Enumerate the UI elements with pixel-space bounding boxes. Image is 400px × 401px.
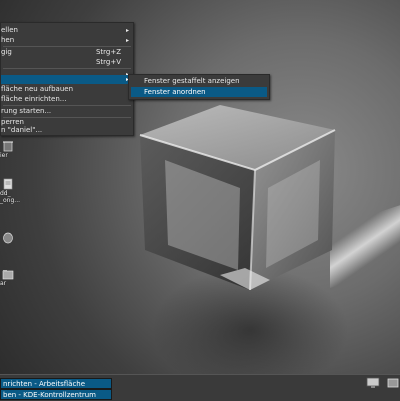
folder-icon [2,270,14,280]
menu-item-label: fläche einrichten... [1,95,67,103]
taskbar-button-arbeitsflaeche[interactable]: nrichten - Arbeitsfläche [0,378,112,389]
monitor-tray-icon[interactable] [366,377,380,389]
menu-separator [3,68,131,69]
document-icon [3,178,13,190]
submenu-item-label: Fenster gestaffelt anzeigen [144,77,240,85]
menu-item-label: fläche neu aufbauen [1,85,74,93]
desktop-icon-label: _ong... [0,197,21,204]
desktop-icon-trash[interactable]: ier [0,140,18,159]
taskbar-button-label: ben - KDE-Kontrollzentrum [3,391,96,399]
submenu-arrow-icon: ▸ [125,27,129,34]
device-tray-icon[interactable] [386,377,400,389]
menu-item-label: hen [1,36,15,44]
menu-item-paste[interactable]: Strg+V [1,58,133,67]
menu-item-label: gig [1,48,12,56]
submenu-item-arrange-windows[interactable]: Fenster anordnen [131,87,267,97]
desktop-icon-drive[interactable] [0,232,18,244]
trash-icon [3,141,13,152]
menu-item-undo[interactable]: gig Strg+Z [1,48,133,57]
menu-item-shortcut: Strg+V [95,58,121,66]
desktop-icon-document[interactable]: dd_ _ong... [0,178,21,204]
menu-item-logout[interactable]: n "daniel"... [1,126,133,135]
menu-item-configure-desktop[interactable]: fläche einrichten... [1,95,133,104]
taskbar-button-label: nrichten - Arbeitsfläche [3,380,86,388]
menu-item-label: rung starten... [1,107,52,115]
desktop-icon-label: dd_ [0,190,11,197]
menu-item-label: ellen [1,26,18,34]
desktop-icon-label: ar [0,280,7,287]
taskbar-button-kontrollzentrum[interactable]: ben - KDE-Kontrollzentrum [0,389,112,400]
desktop-icon-label: ier [0,152,8,159]
menu-item-label: n "daniel"... [1,126,43,134]
drive-icon [3,232,13,244]
submenu-item-cascade-windows[interactable]: Fenster gestaffelt anzeigen [131,76,267,86]
menu-item-view[interactable]: hen ▸ [1,36,133,45]
desktop-icon-folder[interactable]: ar [0,268,18,287]
desktop-context-menu: ellen ▸ hen ▸ gig Strg+Z Strg+V ▸ ▸ fläc… [0,22,134,136]
submenu-arrow-icon: ▸ [125,37,129,44]
menu-item-create[interactable]: ellen ▸ [1,26,133,35]
menu-item-run-command[interactable]: rung starten... [1,107,133,116]
submenu-item-label: Fenster anordnen [144,88,206,96]
menu-separator [3,46,131,47]
menu-separator [3,105,131,106]
glass-cube-wallpaper [139,105,336,291]
menu-item-shortcut: Strg+Z [95,48,121,56]
menu-item-refresh-desktop[interactable]: fläche neu aufbauen [1,85,133,94]
taskbar: nrichten - Arbeitsfläche ben - KDE-Kontr… [0,374,400,401]
windows-submenu: Fenster gestaffelt anzeigen Fenster anor… [128,74,270,100]
menu-item-windows[interactable]: ▸ [1,75,133,84]
